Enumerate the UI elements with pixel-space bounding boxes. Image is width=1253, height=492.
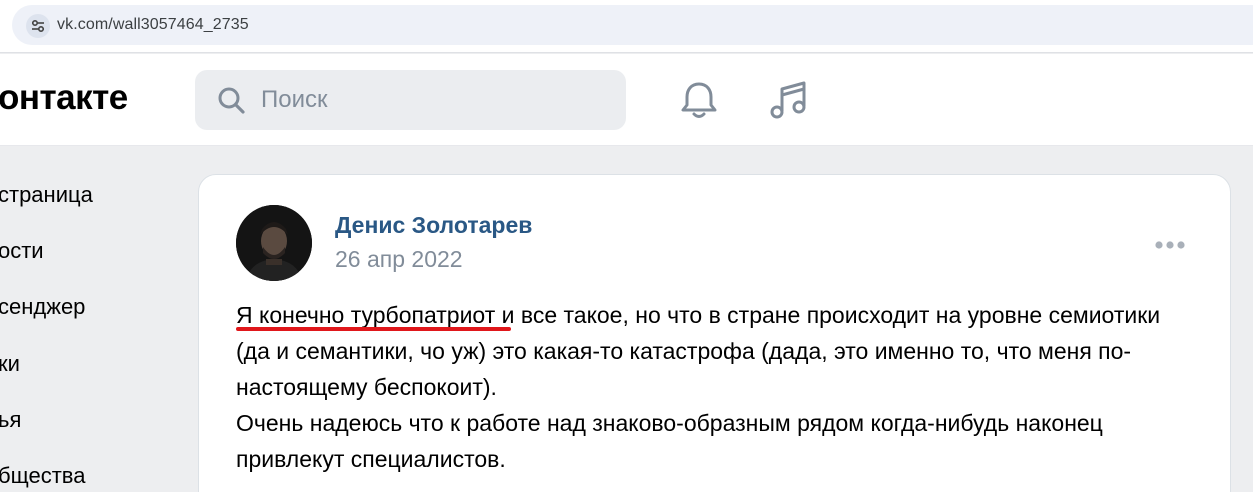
sidebar-item-friends[interactable]: ья [0,407,21,433]
post-author-link[interactable]: Денис Золотарев [335,212,532,239]
sidebar-item-messenger[interactable]: сенджер [0,294,85,320]
music-icon[interactable] [768,79,810,126]
address-bar[interactable]: vk.com/wall3057464_2735 [12,5,1253,45]
sidebar-item-my-page[interactable]: страница [0,182,93,208]
left-sidebar: страница ости сенджер ки ья бщества [0,146,190,492]
sidebar-item-calls[interactable]: ки [0,351,20,377]
post-paragraph: Я конечно турбопатриот и все такое, но ч… [236,302,1161,400]
wall-post: Денис Золотарев 26 апр 2022 Я конечно ту… [198,174,1231,492]
post-paragraph: Очень надеюсь что к работе над знаково-о… [236,410,1103,472]
site-logo[interactable]: онтакте [0,78,128,118]
sidebar-item-communities[interactable]: бщества [0,463,85,489]
post-date[interactable]: 26 апр 2022 [335,246,463,273]
more-dots-icon[interactable] [1154,237,1186,255]
post-text: Я конечно турбопатриот и все такое, но ч… [236,297,1196,477]
browser-toolbar: vk.com/wall3057464_2735 [0,0,1253,53]
search-box[interactable] [195,70,626,130]
sidebar-item-news[interactable]: ости [0,238,44,264]
search-icon [217,86,247,121]
site-header: онтакте [0,54,1253,146]
search-input[interactable] [261,70,601,130]
url-text[interactable]: vk.com/wall3057464_2735 [57,16,249,34]
bell-icon[interactable] [680,80,718,125]
avatar[interactable] [236,205,312,281]
tune-icon[interactable] [26,14,50,38]
annotation-underline [236,327,511,331]
